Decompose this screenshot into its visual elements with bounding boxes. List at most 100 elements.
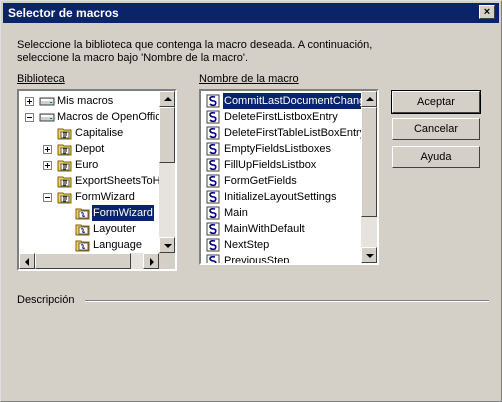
library-tree-item[interactable]: FormWizard: [19, 204, 159, 222]
module-icon: [75, 224, 90, 236]
basic-macro-icon: [206, 158, 220, 172]
basic-macro-icon: [206, 110, 220, 124]
library-tree-item-label: Language: [93, 239, 142, 251]
scroll-corner: [159, 253, 175, 269]
expand-icon[interactable]: [43, 145, 52, 154]
scroll-up-button[interactable]: [159, 91, 175, 107]
cancel-button[interactable]: Cancelar: [392, 118, 480, 140]
expand-icon[interactable]: [25, 97, 34, 106]
macro-list-item-label: DeleteFirstListboxEntry: [224, 111, 338, 123]
library-tree-item[interactable]: Euro: [19, 157, 159, 173]
library-tree-item[interactable]: Mis macros: [19, 93, 159, 109]
basic-macro-icon: [206, 174, 220, 188]
macro-list-item[interactable]: NextStep: [201, 237, 361, 253]
right-arrow-icon: [150, 258, 154, 266]
macro-list-item-label: InitializeLayoutSettings: [224, 191, 337, 203]
library-tree-item-label: Macros de OpenOffice: [57, 111, 159, 123]
library-icon: [57, 128, 72, 140]
library-tree-item-label: Capitalise: [75, 127, 124, 139]
drive-icon: [39, 97, 55, 106]
description-divider: [85, 300, 489, 302]
title-bar[interactable]: Selector de macros ×: [3, 3, 499, 23]
down-arrow-icon: [164, 244, 172, 248]
help-button[interactable]: Ayuda: [392, 146, 480, 168]
macro-list[interactable]: CommitLastDocumentChangesDeleteFirstList…: [199, 89, 379, 265]
macro-list-item[interactable]: FillUpFieldsListbox: [201, 157, 361, 173]
library-tree-item-label: ExportSheetsToHTML: [75, 175, 159, 187]
macro-list-item[interactable]: DeleteFirstListboxEntry: [201, 109, 361, 125]
scroll-down-button[interactable]: [159, 237, 175, 253]
scroll-down-button[interactable]: [361, 247, 377, 263]
up-arrow-icon: [366, 97, 374, 101]
intro-text: Seleccione la biblioteca que contenga la…: [17, 39, 373, 64]
library-tree-item-label: Mis macros: [57, 95, 114, 107]
library-tree-item-label: Layouter: [93, 223, 136, 235]
macro-list-item-label: FormGetFields: [224, 175, 297, 187]
basic-macro-icon: [206, 222, 220, 236]
macro-list-item[interactable]: MainWithDefault: [201, 221, 361, 237]
library-tree-item[interactable]: Layouter: [19, 221, 159, 237]
macro-list-item-label: MainWithDefault: [224, 223, 305, 235]
module-icon: [75, 240, 90, 252]
macro-list-item-label: DeleteFirstTableListBoxEntry: [224, 127, 361, 139]
macro-list-item[interactable]: FormGetFields: [201, 173, 361, 189]
library-tree-item-label: Euro: [75, 159, 99, 171]
module-icon: [75, 208, 90, 220]
library-tree-item-label: FormWizard: [75, 191, 135, 203]
basic-macro-icon: [206, 142, 220, 156]
scroll-thumb[interactable]: [361, 107, 377, 217]
macro-list-item-label: CommitLastDocumentChanges: [222, 92, 361, 110]
basic-macro-icon: [206, 254, 220, 263]
macro-name-label: Nombre de la macro: [199, 73, 299, 85]
accept-button[interactable]: Aceptar: [391, 90, 481, 114]
macro-list-item-label: EmptyFieldsListboxes: [224, 143, 331, 155]
scroll-right-button[interactable]: [143, 253, 159, 269]
macro-list-item[interactable]: CommitLastDocumentChanges: [201, 92, 361, 110]
library-tree-item[interactable]: Depot: [19, 141, 159, 157]
macro-list-item-label: Main: [224, 207, 248, 219]
library-tree-item-label: Depot: [75, 143, 105, 155]
left-arrow-icon: [25, 258, 29, 266]
library-horizontal-scrollbar[interactable]: [19, 253, 159, 269]
scroll-thumb[interactable]: [159, 107, 175, 163]
basic-macro-icon: [206, 94, 220, 108]
collapse-icon[interactable]: [25, 113, 34, 122]
up-arrow-icon: [164, 97, 172, 101]
macro-list-item-label: PreviousStep: [224, 255, 290, 263]
library-tree-item[interactable]: Language: [19, 237, 159, 253]
scroll-up-button[interactable]: [361, 91, 377, 107]
scroll-left-button[interactable]: [19, 253, 35, 269]
collapse-icon[interactable]: [43, 193, 52, 202]
library-vertical-scrollbar[interactable]: [159, 91, 175, 253]
library-tree-item[interactable]: Macros de OpenOffice: [19, 109, 159, 125]
expand-icon[interactable]: [43, 161, 52, 170]
macro-list-item-label: FillUpFieldsListbox: [224, 159, 317, 171]
basic-macro-icon: [206, 190, 220, 204]
macro-vertical-scrollbar[interactable]: [361, 91, 377, 263]
macro-list-item-label: NextStep: [224, 239, 270, 251]
basic-macro-icon: [206, 126, 220, 140]
library-tree-item[interactable]: Capitalise: [19, 125, 159, 141]
down-arrow-icon: [366, 254, 374, 258]
scroll-thumb[interactable]: [35, 253, 131, 269]
library-label: Biblioteca: [17, 73, 65, 85]
library-tree[interactable]: Mis macros Macros de OpenOffice Capitalise…: [17, 89, 177, 271]
description-label: Descripción: [17, 294, 75, 306]
drive-icon: [39, 113, 55, 122]
library-icon: [57, 144, 72, 156]
library-icon: [57, 160, 72, 172]
macro-list-item[interactable]: Main: [201, 205, 361, 221]
macro-list-item[interactable]: InitializeLayoutSettings: [201, 189, 361, 205]
macro-list-item[interactable]: DeleteFirstTableListBoxEntry: [201, 125, 361, 141]
library-icon: [57, 192, 72, 204]
close-button[interactable]: ×: [479, 5, 495, 19]
macro-list-item[interactable]: PreviousStep: [201, 253, 361, 263]
library-tree-item[interactable]: ExportSheetsToHTML: [19, 173, 159, 189]
basic-macro-icon: [206, 206, 220, 220]
macro-list-item[interactable]: EmptyFieldsListboxes: [201, 141, 361, 157]
macro-selector-dialog: Selector de macros × Seleccione la bibli…: [0, 0, 502, 402]
window-title: Selector de macros: [8, 6, 119, 20]
close-icon: ×: [483, 6, 491, 18]
library-tree-item[interactable]: FormWizard: [19, 189, 159, 205]
library-icon: [57, 176, 72, 188]
